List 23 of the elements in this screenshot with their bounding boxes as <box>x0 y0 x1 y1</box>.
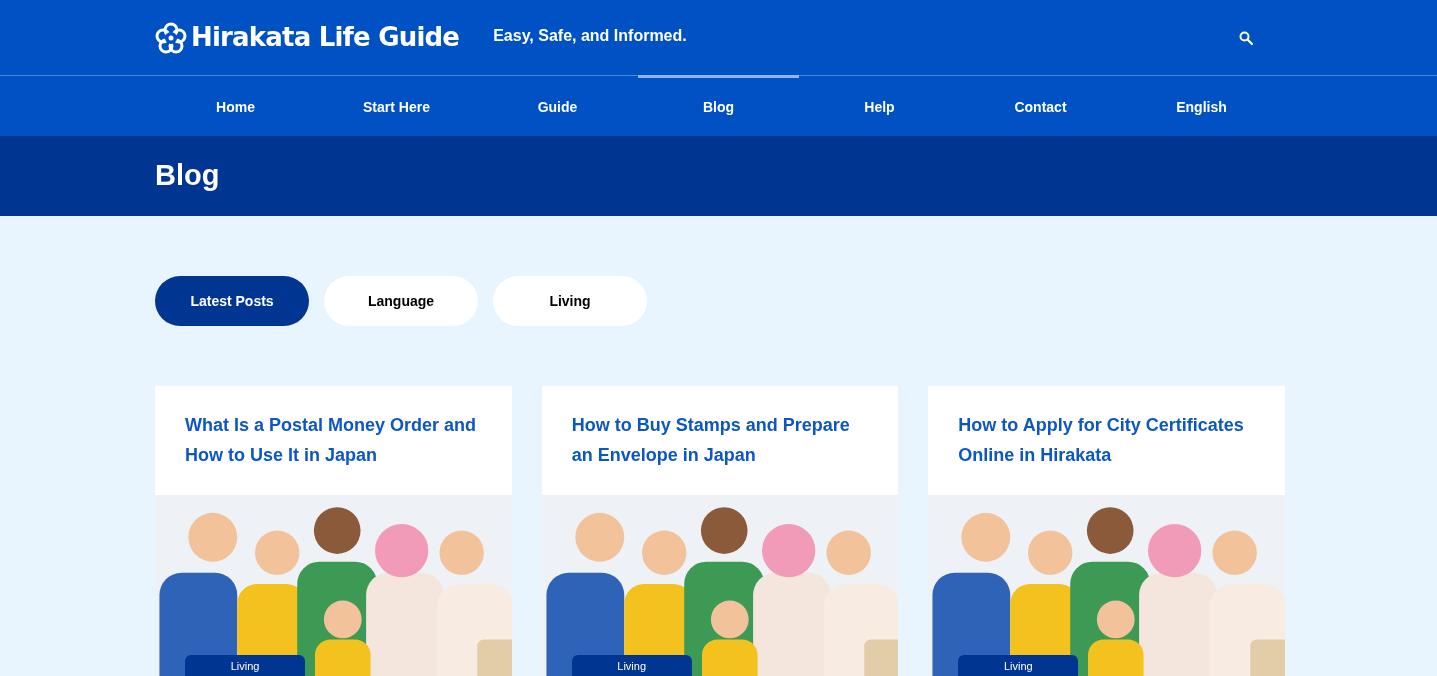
flower-logo-icon <box>155 21 187 54</box>
site-logo[interactable]: Hirakata Life Guide <box>191 18 460 57</box>
post-title[interactable]: What Is a Postal Money Order and How to Use It in Japan <box>155 386 512 495</box>
category-badge[interactable]: Living <box>185 655 305 676</box>
nav-tab[interactable]: English <box>1121 75 1282 136</box>
search-icon <box>1239 30 1253 45</box>
filter-tab[interactable]: Language <box>324 276 478 326</box>
post-title[interactable]: How to Buy Stamps and Prepare an Envelope in Japan <box>541 386 899 495</box>
filter-tab[interactable]: Latest Posts <box>155 276 309 326</box>
post-card[interactable]: How to Buy Stamps and Prepare an Envelope in Japan Living <box>541 386 899 676</box>
nav-tab[interactable]: Guide <box>477 75 638 136</box>
post-title[interactable]: How to Apply for City Certificates Online in Hirakata <box>928 386 1285 495</box>
filter-tab[interactable]: Living <box>493 276 647 326</box>
post-card[interactable]: How to Apply for City Certificates Online in Hirakata Living <box>928 386 1285 676</box>
post-card[interactable]: What Is a Postal Money Order and How to Use It in Japan Living <box>155 386 512 676</box>
category-badge[interactable]: Living <box>571 655 692 676</box>
page-title: Blog <box>155 158 220 194</box>
nav-tab[interactable]: Help <box>799 75 960 136</box>
site-tagline: Easy, Safe, and Informed. <box>493 25 687 46</box>
category-badge[interactable]: Living <box>958 655 1079 676</box>
nav-tab[interactable]: Home <box>155 75 316 136</box>
nav-tab[interactable]: Start Here <box>316 75 477 136</box>
nav-tab[interactable]: Contact <box>960 75 1121 136</box>
